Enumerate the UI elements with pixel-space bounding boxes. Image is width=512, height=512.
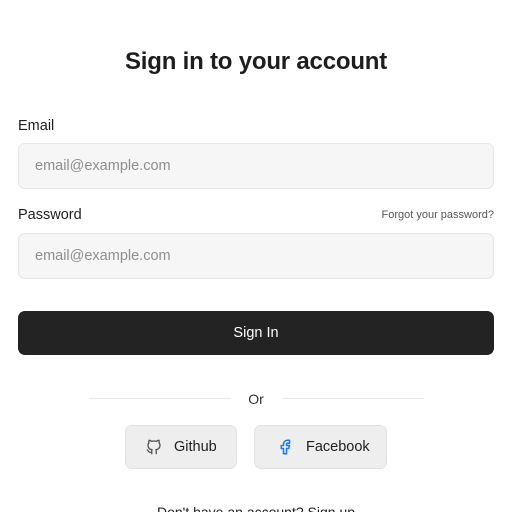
signup-prompt: Don't have an account? Sign up <box>0 504 512 512</box>
page-title: Sign in to your account <box>124 48 388 75</box>
sign-in-page: Sign in to your account Email Password F… <box>0 0 512 512</box>
sign-in-button[interactable]: Sign In <box>18 311 494 355</box>
signup-link[interactable]: Sign up <box>308 504 355 512</box>
facebook-icon <box>275 437 295 457</box>
divider-label: Or <box>248 391 264 407</box>
forgot-password-link[interactable]: Forgot your password? <box>382 209 495 221</box>
email-label: Email <box>18 118 55 134</box>
github-button[interactable]: Github <box>125 425 237 469</box>
password-field[interactable] <box>18 233 494 279</box>
facebook-button[interactable]: Facebook <box>254 425 387 469</box>
github-icon <box>144 437 164 457</box>
password-label: Password <box>18 207 82 223</box>
signup-prompt-text: Don't have an account? <box>156 504 304 512</box>
email-field[interactable] <box>18 143 494 189</box>
facebook-label: Facebook <box>306 439 370 455</box>
github-label: Github <box>174 439 217 455</box>
